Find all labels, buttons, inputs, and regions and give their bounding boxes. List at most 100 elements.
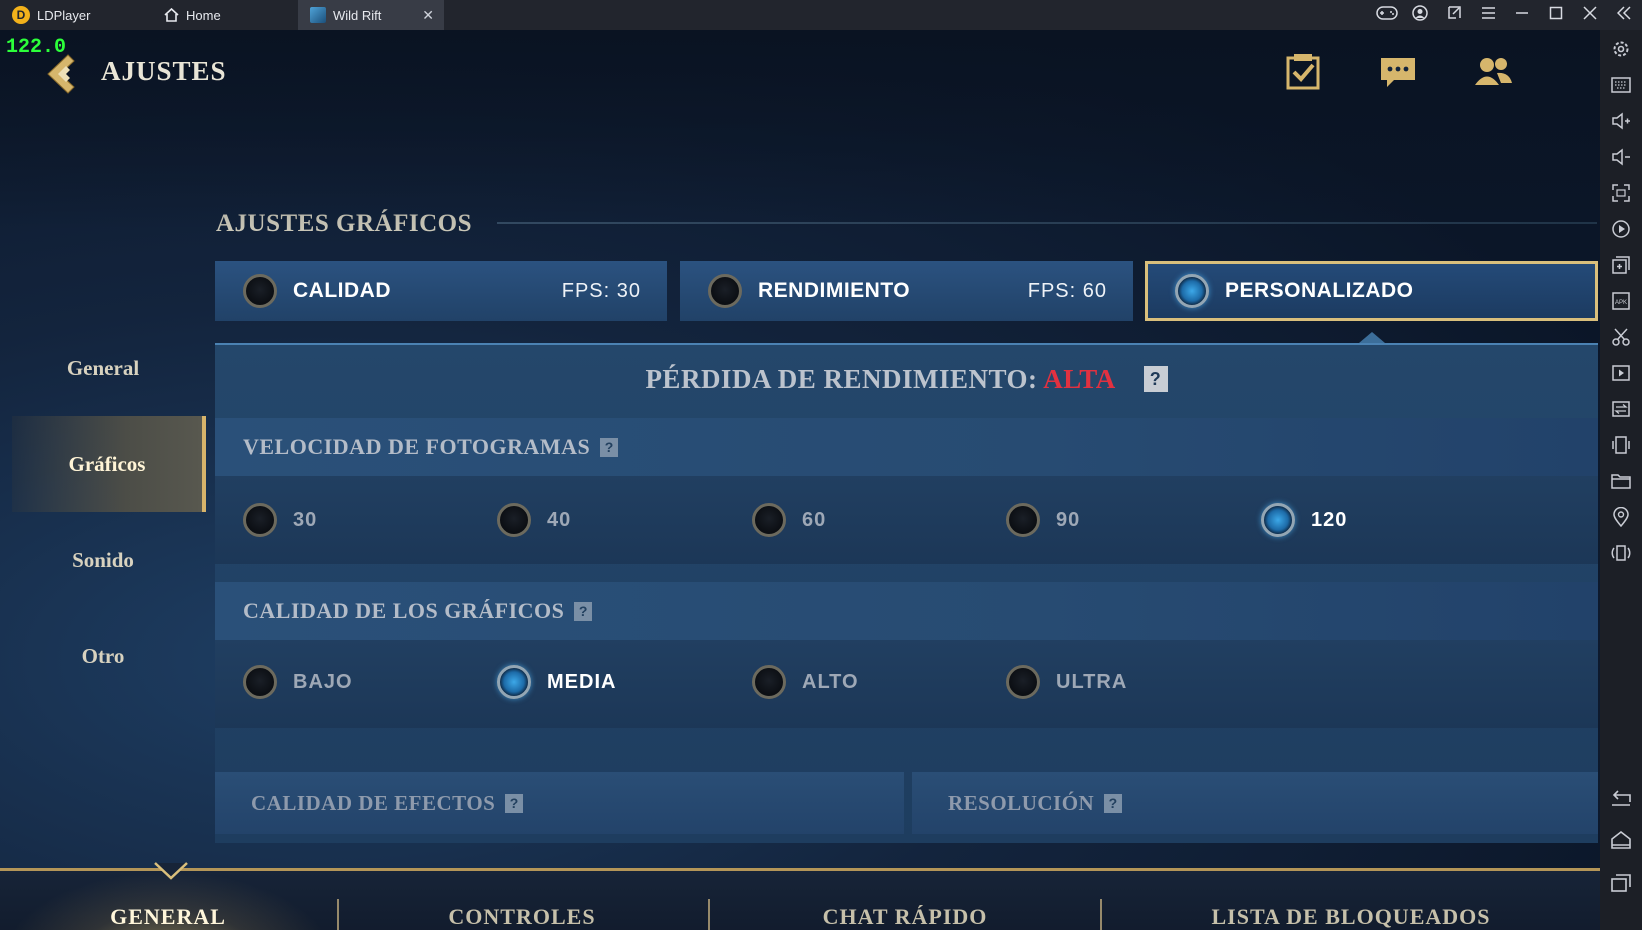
collapse-sidebar-icon[interactable] — [1614, 5, 1634, 25]
bottom-tab-bar: GENERAL CONTROLES CHAT RÁPIDO LISTA DE B… — [0, 868, 1600, 930]
graphics-quality-help-icon[interactable]: ? — [574, 601, 593, 621]
chat-icon[interactable] — [1378, 52, 1418, 92]
frame-rate-options — [215, 476, 1598, 564]
preset-rendimiento-radio[interactable] — [708, 274, 742, 308]
graphics-quality-option-alto[interactable]: ALTO — [752, 665, 859, 699]
graphics-quality-option-media[interactable]: MEDIA — [497, 665, 616, 699]
resolution-title: RESOLUCIÓN — [948, 790, 1095, 815]
tab-lista-de-bloqueados[interactable]: LISTA DE BLOQUEADOS — [1102, 871, 1600, 930]
active-tab-caret-icon — [154, 862, 188, 880]
game-viewport: 122.0 AJUSTES General Gráficos Sonido Ot… — [0, 30, 1600, 930]
graphics-quality-bajo-radio[interactable] — [243, 665, 277, 699]
preset-personalizado-radio[interactable] — [1175, 274, 1209, 308]
preset-calidad-radio[interactable] — [243, 274, 277, 308]
effects-quality-header: CALIDAD DE EFECTOS ? — [215, 772, 904, 834]
friends-icon[interactable] — [1473, 52, 1513, 92]
missions-icon[interactable] — [1283, 52, 1323, 92]
selected-preset-pointer — [1359, 332, 1385, 343]
section-title: AJUSTES GRÁFICOS — [216, 210, 472, 237]
minimize-icon[interactable] — [1512, 6, 1532, 25]
shake-icon[interactable] — [1610, 434, 1632, 456]
home-icon — [164, 8, 179, 22]
frame-rate-60-radio[interactable] — [752, 503, 786, 537]
volume-up-icon[interactable] — [1610, 110, 1632, 132]
frame-rate-120-radio[interactable] — [1261, 503, 1295, 537]
android-home-icon[interactable] — [1611, 830, 1631, 854]
location-icon[interactable] — [1610, 506, 1632, 528]
resolution-help-icon[interactable]: ? — [1104, 793, 1123, 813]
graphics-quality-option-bajo[interactable]: BAJO — [243, 665, 353, 699]
performance-loss-value: ALTA — [1043, 364, 1115, 394]
scissors-icon[interactable] — [1610, 326, 1632, 348]
external-window-icon[interactable] — [1444, 5, 1464, 25]
performance-loss-indicator: PÉRDIDA DE RENDIMIENTO: ALTA ? — [215, 364, 1598, 395]
volume-down-icon[interactable] — [1610, 146, 1632, 168]
graphics-quality-ultra-radio[interactable] — [1006, 665, 1040, 699]
close-tab-icon[interactable]: ✕ — [422, 7, 434, 24]
graphics-quality-options — [215, 640, 1598, 728]
graphics-quality-media-radio[interactable] — [497, 665, 531, 699]
gamepad-icon[interactable] — [1376, 5, 1398, 25]
performance-loss-label: PÉRDIDA DE RENDIMIENTO: — [645, 364, 1038, 394]
graphics-quality-option-ultra[interactable]: ULTRA — [1006, 665, 1127, 699]
frame-rate-90-label: 90 — [1056, 508, 1081, 531]
nav-item-general[interactable]: General — [0, 320, 206, 416]
frame-rate-option-30[interactable]: 30 — [243, 503, 317, 537]
svg-text:APK: APK — [1615, 300, 1627, 306]
nav-item-sonido[interactable]: Sonido — [0, 512, 206, 608]
video-play-icon[interactable] — [1610, 362, 1632, 384]
settings-gear-icon[interactable] — [1610, 38, 1632, 60]
fullscreen-icon[interactable] — [1610, 182, 1632, 204]
frame-rate-help-icon[interactable]: ? — [600, 437, 619, 457]
sync-icon[interactable] — [1610, 398, 1632, 420]
folder-icon[interactable] — [1610, 470, 1632, 492]
close-window-icon[interactable] — [1580, 5, 1600, 25]
frame-rate-option-60[interactable]: 60 — [752, 503, 826, 537]
graphics-quality-header: CALIDAD DE LOS GRÁFICOS ? — [215, 582, 1598, 640]
frame-rate-option-40[interactable]: 40 — [497, 503, 571, 537]
frame-rate-option-90[interactable]: 90 — [1006, 503, 1080, 537]
app-tab[interactable]: D LDPlayer — [0, 0, 148, 30]
android-back-icon[interactable] — [1611, 790, 1631, 811]
menu-icon[interactable] — [1478, 6, 1498, 24]
tab-chat-rapido[interactable]: CHAT RÁPIDO — [710, 871, 1100, 930]
graphics-quality-bajo-label: BAJO — [293, 670, 353, 693]
page-title: AJUSTES — [101, 56, 227, 86]
android-recents-icon[interactable] — [1611, 874, 1631, 897]
graphics-quality-ultra-label: ULTRA — [1056, 670, 1128, 693]
preset-rendimiento-button[interactable]: RENDIMIENTO FPS: 60 — [680, 261, 1133, 321]
performance-loss-help-icon[interactable]: ? — [1143, 366, 1168, 392]
graphics-quality-alto-radio[interactable] — [752, 665, 786, 699]
frame-rate-option-120[interactable]: 120 — [1261, 503, 1347, 537]
nav-item-otro[interactable]: Otro — [0, 608, 206, 704]
tab-wild-rift-label: Wild Rift — [333, 7, 382, 23]
tab-wild-rift[interactable]: Wild Rift ✕ — [298, 0, 444, 30]
resolution-header: RESOLUCIÓN ? — [912, 772, 1598, 834]
add-window-icon[interactable] — [1610, 254, 1632, 276]
account-icon[interactable] — [1410, 4, 1430, 26]
preset-rendimiento-label: RENDIMIENTO — [758, 279, 911, 302]
nav-item-graficos[interactable]: Gráficos — [12, 416, 206, 512]
tab-home[interactable]: Home — [152, 0, 292, 30]
preset-calidad-label: CALIDAD — [293, 279, 391, 302]
preset-personalizado-button[interactable]: PERSONALIZADO — [1145, 261, 1598, 321]
frame-rate-60-label: 60 — [802, 508, 827, 531]
frame-rate-90-radio[interactable] — [1006, 503, 1040, 537]
wild-rift-favicon-icon — [310, 7, 326, 23]
apk-install-icon[interactable]: APK — [1610, 290, 1632, 312]
maximize-icon[interactable] — [1546, 6, 1566, 25]
preset-calidad-button[interactable]: CALIDAD FPS: 30 — [215, 261, 667, 321]
effects-quality-help-icon[interactable]: ? — [505, 793, 524, 813]
graphics-quality-title: CALIDAD DE LOS GRÁFICOS — [243, 598, 565, 623]
app-name: LDPlayer — [37, 7, 91, 23]
ldplayer-logo-icon: D — [12, 6, 30, 24]
back-arrow-icon[interactable] — [42, 52, 86, 96]
tab-controles[interactable]: CONTROLES — [339, 871, 705, 930]
rotate-icon[interactable] — [1610, 542, 1632, 564]
keyboard-icon[interactable] — [1610, 74, 1632, 96]
frame-rate-30-radio[interactable] — [243, 503, 277, 537]
record-icon[interactable] — [1610, 218, 1632, 240]
frame-rate-40-radio[interactable] — [497, 503, 531, 537]
frame-rate-40-label: 40 — [547, 508, 572, 531]
frame-rate-120-label: 120 — [1311, 508, 1348, 531]
